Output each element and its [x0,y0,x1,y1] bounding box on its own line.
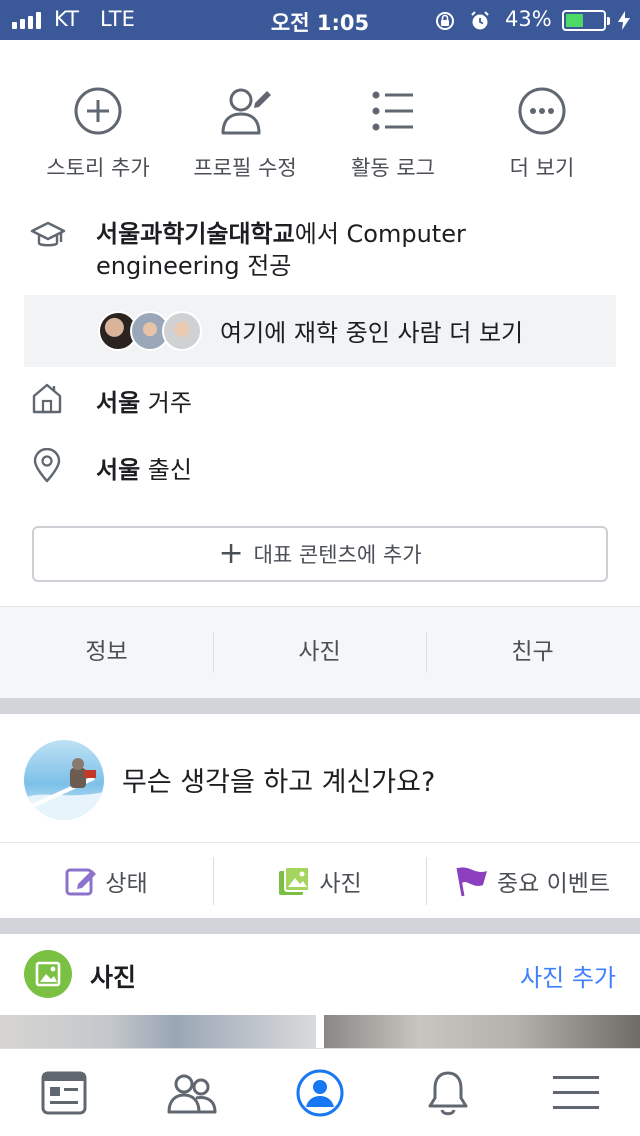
lives-in-city[interactable]: 서울 [96,389,140,417]
tab-photos[interactable]: 사진 [213,607,426,699]
add-story-button[interactable]: 스토리 추가 [18,80,178,180]
composer-prompt[interactable]: 무슨 생각을 하고 계신가요? [122,760,435,799]
classmates-row[interactable]: 여기에 재학 중인 사람 더 보기 [24,295,616,367]
classmates-label: 여기에 재학 중인 사람 더 보기 [220,319,524,347]
tab-about[interactable]: 정보 [0,607,213,699]
add-photos-link[interactable]: 사진 추가 [520,958,616,993]
more-icon [518,87,566,135]
more-label: 더 보기 [509,156,575,180]
section-divider [0,698,640,714]
add-circle-icon [74,87,122,135]
edit-profile-button[interactable]: 프로필 수정 [165,80,325,180]
profile-photo [24,758,104,820]
notifications-icon [428,1071,468,1116]
section-divider [0,918,640,934]
tab-menu[interactable] [512,1049,640,1136]
tab-news-feed[interactable] [0,1049,128,1136]
school-name[interactable]: 서울과학기술대학교 [96,220,295,248]
news-feed-icon [41,1071,87,1115]
avatar [162,311,202,351]
tab-notifications[interactable] [384,1049,512,1136]
menu-icon [553,1076,599,1109]
photo-button[interactable]: 사진 [213,843,426,919]
status-bar: KT LTE 오전 1:05 43% [0,0,640,40]
status-label: 상태 [105,871,148,897]
plus-icon: + [218,536,244,571]
home-icon [32,383,62,414]
profile-sub-tabs: 정보 사진 친구 [0,606,640,698]
profile-action-row: 스토리 추가 프로필 수정 활동 로그 더 보기 [0,80,640,180]
classmate-avatars [98,311,208,351]
profile-icon [296,1069,344,1117]
more-button[interactable]: 더 보기 [462,80,622,180]
photo-icon [35,961,61,987]
lives-in-row: 서울 거주 [96,383,192,418]
tab-profile[interactable] [256,1049,384,1136]
rotation-lock-icon [436,12,454,30]
graduation-cap-icon [30,221,66,247]
avatar[interactable] [24,740,104,820]
add-featured-button[interactable]: + 대표 콘텐츠에 추가 [32,526,608,582]
hometown-suffix: 출신 [140,456,192,484]
charging-bolt-icon [618,11,630,30]
photo-label: 사진 [319,871,362,897]
lives-in-suffix: 거주 [140,389,192,417]
battery-icon [562,10,610,31]
composer-actions: 상태 사진 중요 이벤트 [0,842,640,918]
flag-icon [456,867,487,897]
alarm-icon [471,11,489,30]
tab-friends[interactable]: 친구 [426,607,639,699]
status-edit-icon [65,868,97,896]
status-button[interactable]: 상태 [0,843,213,919]
life-event-button[interactable]: 중요 이벤트 [426,843,639,919]
battery-percent: 43% [505,7,552,31]
add-story-label: 스토리 추가 [46,156,150,180]
edit-profile-icon [221,88,271,135]
activity-list-icon [372,91,413,131]
edit-profile-label: 프로필 수정 [193,156,297,180]
hometown-city[interactable]: 서울 [96,456,140,484]
life-event-label: 중요 이벤트 [496,871,611,897]
activity-log-button[interactable]: 활동 로그 [313,80,473,180]
photos-title: 사진 [90,963,137,992]
hometown-row: 서울 출신 [96,450,192,485]
add-featured-label: 대표 콘텐츠에 추가 [253,543,422,567]
bottom-tab-bar [0,1048,640,1136]
photos-section-icon [24,950,72,998]
tab-friends-nav[interactable] [128,1049,256,1136]
photo-icon [279,866,311,895]
education-info[interactable]: 서울과학기술대학교에서 Computer engineering 전공 [96,218,606,282]
battery-level [566,14,584,27]
location-pin-icon [33,448,61,483]
activity-log-label: 활동 로그 [351,156,435,180]
friends-icon [167,1074,217,1114]
